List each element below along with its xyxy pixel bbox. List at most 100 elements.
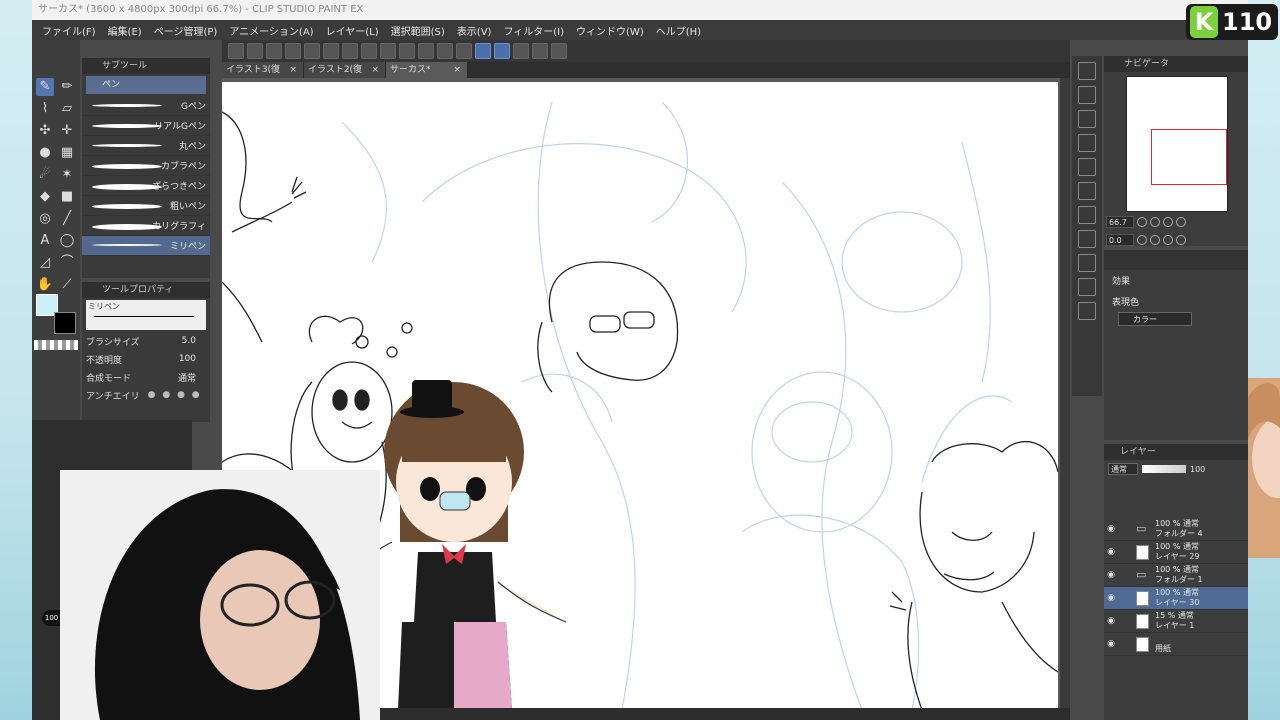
airbrush-tool-icon[interactable]: ☄ bbox=[36, 166, 54, 184]
fill-tool-icon[interactable]: ◆ bbox=[36, 188, 54, 206]
transparent-color-swatch[interactable] bbox=[34, 340, 78, 350]
zoom-out-icon[interactable] bbox=[1137, 217, 1147, 227]
selection-tool-icon[interactable]: ◎ bbox=[36, 210, 54, 228]
history-icon[interactable] bbox=[1078, 278, 1096, 296]
reference-icon[interactable] bbox=[1078, 62, 1096, 80]
brush-item-selected[interactable]: ミリペン bbox=[82, 236, 210, 256]
menu-item[interactable]: レイヤー(L) bbox=[320, 23, 385, 38]
gradient-tool-icon[interactable]: ■ bbox=[58, 188, 76, 206]
blend-mode-row[interactable]: 合成モード 通常 bbox=[82, 368, 210, 386]
frame-tool-icon[interactable]: ▦ bbox=[58, 144, 76, 162]
layer-blend-select[interactable]: 通常 bbox=[1108, 463, 1138, 475]
layer-icon[interactable] bbox=[1078, 206, 1096, 224]
brush-item[interactable]: カブラペン bbox=[82, 156, 210, 176]
tab-illust2[interactable]: イラスト2(復元)* × bbox=[304, 62, 386, 91]
brush-item[interactable]: カリグラフィ bbox=[82, 216, 210, 236]
layer-row[interactable]: ◉ ▭ 100 % 通常 フォルダー 4 bbox=[1104, 518, 1248, 541]
brush-item[interactable]: Gペン bbox=[82, 96, 210, 116]
canvas-vertical-scrollbar[interactable] bbox=[1060, 78, 1070, 710]
antialias-row[interactable]: アンチエイリ ● ● ● ● bbox=[82, 386, 210, 404]
fill-icon[interactable] bbox=[399, 43, 415, 59]
brush-item[interactable]: 丸ペン bbox=[82, 136, 210, 156]
opacity-row[interactable]: 不透明度 100 bbox=[82, 350, 210, 368]
opacity-value[interactable]: 100 bbox=[179, 354, 196, 364]
zoom-field[interactable]: 66.7 bbox=[1106, 216, 1134, 228]
blend-mode-select[interactable]: 通常 bbox=[178, 371, 196, 384]
accessibility-icon[interactable] bbox=[1078, 302, 1096, 320]
rotate-right-icon[interactable] bbox=[1150, 235, 1160, 245]
new-file-icon[interactable] bbox=[247, 43, 263, 59]
menu-item[interactable]: ページ管理(P) bbox=[148, 23, 224, 38]
correct-line-icon[interactable]: ⌒ bbox=[58, 254, 76, 272]
paste-icon[interactable] bbox=[1078, 254, 1096, 272]
erase-icon[interactable] bbox=[380, 43, 396, 59]
navigator-thumbnail[interactable] bbox=[1126, 76, 1228, 212]
menu-item[interactable]: ヘルプ(H) bbox=[650, 23, 707, 38]
material-icon[interactable] bbox=[1078, 134, 1096, 152]
brush-tool-icon[interactable]: ⌇ bbox=[36, 100, 54, 118]
layer-row[interactable]: ◉ 15 % 通常 レイヤー 1 bbox=[1104, 610, 1248, 633]
layer-opacity-slider[interactable] bbox=[1142, 465, 1186, 473]
balloon-tool-icon[interactable]: ◯ bbox=[58, 232, 76, 250]
magic-wand-icon[interactable]: ✶ bbox=[58, 166, 76, 184]
invert-selection-icon[interactable] bbox=[456, 43, 472, 59]
snap-special-ruler-icon[interactable] bbox=[494, 43, 510, 59]
eye-icon[interactable]: ◉ bbox=[1104, 524, 1118, 534]
clear-selection-icon[interactable] bbox=[418, 43, 434, 59]
pen-tool-icon[interactable]: ✎ bbox=[36, 78, 54, 96]
flip-icon[interactable] bbox=[1176, 235, 1186, 245]
clip-studio-icon[interactable] bbox=[228, 43, 244, 59]
loading-icon[interactable] bbox=[361, 43, 377, 59]
pencil-tool-icon[interactable]: ✏ bbox=[58, 78, 76, 96]
delete-icon[interactable] bbox=[1078, 158, 1096, 176]
antialias-options[interactable]: ● ● ● ● bbox=[148, 390, 202, 400]
menu-item[interactable]: 選択範囲(S) bbox=[385, 23, 451, 38]
ruler-tool-icon[interactable]: ◿ bbox=[36, 254, 54, 272]
rotation-field[interactable]: 0.0 bbox=[1106, 234, 1134, 246]
eye-icon[interactable]: ◉ bbox=[1104, 547, 1118, 557]
subtool-group-tab[interactable]: ペン bbox=[86, 76, 206, 94]
text-tool-icon[interactable]: A bbox=[36, 232, 54, 250]
actual-size-icon[interactable] bbox=[1176, 217, 1186, 227]
eye-icon[interactable]: ◉ bbox=[1104, 639, 1118, 649]
layer-row[interactable]: ◉ ▭ 100 % 通常 フォルダー 1 bbox=[1104, 564, 1248, 587]
color-expression-select[interactable]: カラー bbox=[1118, 312, 1192, 326]
brush-item[interactable]: 粗いペン bbox=[82, 196, 210, 216]
snap-grid-icon[interactable] bbox=[513, 43, 529, 59]
close-icon[interactable]: × bbox=[371, 62, 379, 78]
layer-row-selected[interactable]: ◉ 100 % 通常 レイヤー 30 bbox=[1104, 587, 1248, 610]
search-icon[interactable] bbox=[1078, 86, 1096, 104]
close-icon[interactable]: × bbox=[453, 62, 461, 78]
rotate-left-icon[interactable] bbox=[1137, 235, 1147, 245]
reset-rotation-icon[interactable] bbox=[1163, 235, 1173, 245]
zoom-in-icon[interactable] bbox=[1150, 217, 1160, 227]
export-icon[interactable] bbox=[304, 43, 320, 59]
navigator-view-rect[interactable] bbox=[1151, 129, 1227, 185]
tab-circus[interactable]: サーカス* × bbox=[386, 62, 468, 78]
layer-row[interactable]: ◉ 100 % 通常 レイヤー 29 bbox=[1104, 541, 1248, 564]
fit-icon[interactable] bbox=[1163, 217, 1173, 227]
redo-icon[interactable] bbox=[342, 43, 358, 59]
close-icon[interactable]: × bbox=[289, 62, 297, 78]
menu-item[interactable]: ウィンドウ(W) bbox=[570, 23, 650, 38]
decoration-tool-icon[interactable]: ✣ bbox=[36, 122, 54, 140]
menu-item[interactable]: ファイル(F) bbox=[36, 23, 102, 38]
blend-tool-icon[interactable]: ● bbox=[36, 144, 54, 162]
menu-item[interactable]: アニメーション(A) bbox=[223, 23, 319, 38]
open-file-icon[interactable] bbox=[266, 43, 282, 59]
tab-illust3[interactable]: イラスト3(復元)* × bbox=[222, 62, 304, 91]
companion-mode-icon[interactable] bbox=[532, 43, 548, 59]
eye-icon[interactable]: ◉ bbox=[1104, 593, 1118, 603]
brush-item[interactable]: リアルGペン bbox=[82, 116, 210, 136]
grid-icon[interactable] bbox=[1078, 182, 1096, 200]
brush-size-row[interactable]: ブラシサイズ 5.0 bbox=[82, 332, 210, 350]
sub-color-swatch[interactable] bbox=[54, 312, 76, 334]
menu-item[interactable]: フィルター(I) bbox=[497, 23, 570, 38]
eyedropper-icon[interactable]: ⟋ bbox=[58, 276, 76, 294]
menu-item[interactable]: 表示(V) bbox=[451, 23, 498, 38]
eraser-tool-icon[interactable]: ▱ bbox=[58, 100, 76, 118]
brush-item[interactable]: ざらつきペン bbox=[82, 176, 210, 196]
menu-item[interactable]: 編集(E) bbox=[102, 23, 148, 38]
line-tool-icon[interactable]: ╱ bbox=[58, 210, 76, 228]
layer-row[interactable]: ◉ 用紙 bbox=[1104, 633, 1248, 656]
